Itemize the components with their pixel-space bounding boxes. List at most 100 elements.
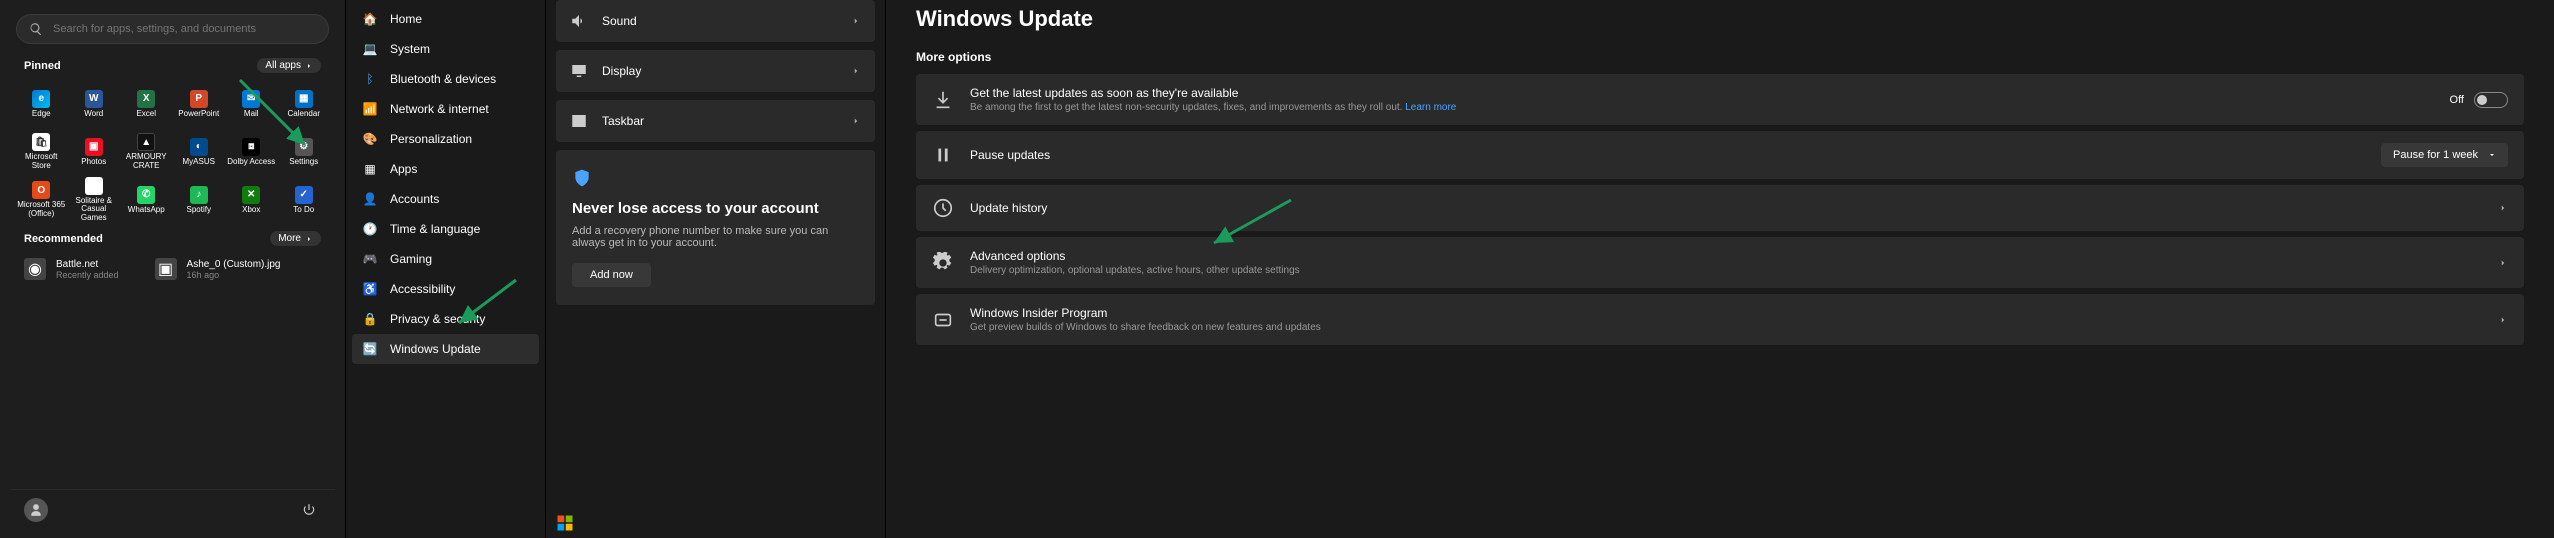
- start-menu: Pinned All apps eEdge WWord XExcel PPowe…: [0, 0, 345, 538]
- account-recovery-card: Never lose access to your account Add a …: [556, 150, 875, 305]
- gaming-icon: 🎮: [362, 251, 378, 267]
- battlenet-icon: ◉: [24, 258, 46, 280]
- taskbar-icon: [570, 112, 588, 130]
- gear-icon: [932, 252, 954, 274]
- nav-accounts[interactable]: 👤Accounts: [352, 184, 539, 214]
- history-icon: [932, 197, 954, 219]
- card-latest-updates[interactable]: Get the latest updates as soon as they'r…: [916, 74, 2524, 125]
- app-photos[interactable]: ▣Photos: [69, 129, 120, 175]
- all-apps-button[interactable]: All apps: [257, 58, 321, 73]
- nav-bluetooth[interactable]: ᛒBluetooth & devices: [352, 64, 539, 94]
- nav-home[interactable]: 🏠Home: [352, 4, 539, 34]
- start-footer: [10, 489, 335, 530]
- nav-network[interactable]: 📶Network & internet: [352, 94, 539, 124]
- more-button[interactable]: More: [270, 231, 321, 246]
- app-m365[interactable]: OMicrosoft 365 (Office): [16, 177, 67, 223]
- pause-dropdown[interactable]: Pause for 1 week: [2381, 143, 2508, 167]
- app-armoury[interactable]: ▲ARMOURY CRATE: [121, 129, 172, 175]
- app-dolby[interactable]: ⧈Dolby Access: [226, 129, 277, 175]
- app-xbox[interactable]: ✕Xbox: [226, 177, 277, 223]
- sys-display[interactable]: Display: [556, 50, 875, 92]
- insider-icon: [932, 309, 954, 331]
- wifi-icon: 📶: [362, 101, 378, 117]
- display-icon: [570, 62, 588, 80]
- office-icon: O: [32, 181, 50, 199]
- excel-icon: X: [137, 90, 155, 108]
- add-now-button[interactable]: Add now: [572, 263, 651, 287]
- xbox-icon: ✕: [242, 186, 260, 204]
- pinned-label: Pinned: [24, 60, 61, 72]
- app-edge[interactable]: eEdge: [16, 81, 67, 127]
- powerpoint-icon: P: [190, 90, 208, 108]
- person-icon: [29, 503, 43, 517]
- windows-logo-icon: [556, 514, 574, 532]
- chevron-right-icon: [305, 235, 313, 243]
- chevron-down-icon: [2488, 151, 2496, 159]
- calendar-icon: ▦: [295, 90, 313, 108]
- latest-updates-toggle[interactable]: [2474, 92, 2508, 108]
- chevron-right-icon: [2498, 258, 2508, 268]
- learn-more-link[interactable]: Learn more: [1405, 102, 1456, 113]
- taskbar-preview: [556, 508, 875, 538]
- edge-icon: e: [32, 90, 50, 108]
- recommended-list: ◉ Battle.net Recently added ▣ Ashe_0 (Cu…: [10, 250, 335, 288]
- app-word[interactable]: WWord: [69, 81, 120, 127]
- search-input[interactable]: [53, 23, 316, 35]
- system-panel: Sound Display Taskbar Never lose access …: [545, 0, 885, 538]
- accounts-icon: 👤: [362, 191, 378, 207]
- clock-icon: 🕐: [362, 221, 378, 237]
- app-store[interactable]: 🛍Microsoft Store: [16, 129, 67, 175]
- nav-accessibility[interactable]: ♿Accessibility: [352, 274, 539, 304]
- recommended-label: Recommended: [24, 233, 103, 245]
- more-options-label: More options: [916, 50, 2524, 64]
- brush-icon: 🎨: [362, 131, 378, 147]
- sys-taskbar[interactable]: Taskbar: [556, 100, 875, 142]
- app-spotify[interactable]: ♪Spotify: [174, 177, 225, 223]
- sound-icon: [570, 12, 588, 30]
- power-icon: [302, 503, 316, 517]
- app-excel[interactable]: XExcel: [121, 81, 172, 127]
- app-powerpoint[interactable]: PPowerPoint: [174, 81, 225, 127]
- app-solitaire[interactable]: 🂡Solitaire & Casual Games: [69, 177, 120, 223]
- nav-windows-update[interactable]: 🔄Windows Update: [352, 334, 539, 364]
- toggle-label: Off: [2450, 94, 2464, 106]
- app-mail[interactable]: ✉Mail: [226, 81, 277, 127]
- chevron-right-icon: [305, 62, 313, 70]
- card-update-history[interactable]: Update history: [916, 185, 2524, 231]
- nav-privacy[interactable]: 🔒Privacy & security: [352, 304, 539, 334]
- recommended-item[interactable]: ◉ Battle.net Recently added: [16, 254, 127, 284]
- app-todo[interactable]: ✓To Do: [279, 177, 330, 223]
- chevron-right-icon: [851, 66, 861, 76]
- nav-apps[interactable]: ▦Apps: [352, 154, 539, 184]
- apps-icon: ▦: [362, 161, 378, 177]
- word-icon: W: [85, 90, 103, 108]
- app-whatsapp[interactable]: ✆WhatsApp: [121, 177, 172, 223]
- card-insider-program[interactable]: Windows Insider Program Get preview buil…: [916, 294, 2524, 345]
- image-thumb-icon: ▣: [155, 258, 177, 280]
- dolby-icon: ⧈: [242, 138, 260, 156]
- nav-system[interactable]: 💻System: [352, 34, 539, 64]
- nav-time[interactable]: 🕐Time & language: [352, 214, 539, 244]
- app-settings[interactable]: ⚙Settings: [279, 129, 330, 175]
- user-avatar[interactable]: [24, 498, 48, 522]
- update-icon: 🔄: [362, 341, 378, 357]
- card-advanced-options[interactable]: Advanced options Delivery optimization, …: [916, 237, 2524, 288]
- shield-icon: [572, 168, 592, 188]
- pinned-grid: eEdge WWord XExcel PPowerPoint ✉Mail ▦Ca…: [10, 77, 335, 227]
- mail-icon: ✉: [242, 90, 260, 108]
- search-box[interactable]: [16, 14, 329, 44]
- store-icon: 🛍: [32, 133, 50, 151]
- app-myasus[interactable]: ◐MyASUS: [174, 129, 225, 175]
- card-pause-updates[interactable]: Pause updates Pause for 1 week: [916, 131, 2524, 179]
- card-body: Add a recovery phone number to make sure…: [572, 225, 859, 249]
- todo-icon: ✓: [295, 186, 313, 204]
- power-button[interactable]: [297, 498, 321, 522]
- whatsapp-icon: ✆: [137, 186, 155, 204]
- system-icon: 💻: [362, 41, 378, 57]
- nav-personalization[interactable]: 🎨Personalization: [352, 124, 539, 154]
- recommended-item[interactable]: ▣ Ashe_0 (Custom).jpg 16h ago: [147, 254, 289, 284]
- nav-gaming[interactable]: 🎮Gaming: [352, 244, 539, 274]
- app-calendar[interactable]: ▦Calendar: [279, 81, 330, 127]
- sys-sound[interactable]: Sound: [556, 0, 875, 42]
- myasus-icon: ◐: [190, 138, 208, 156]
